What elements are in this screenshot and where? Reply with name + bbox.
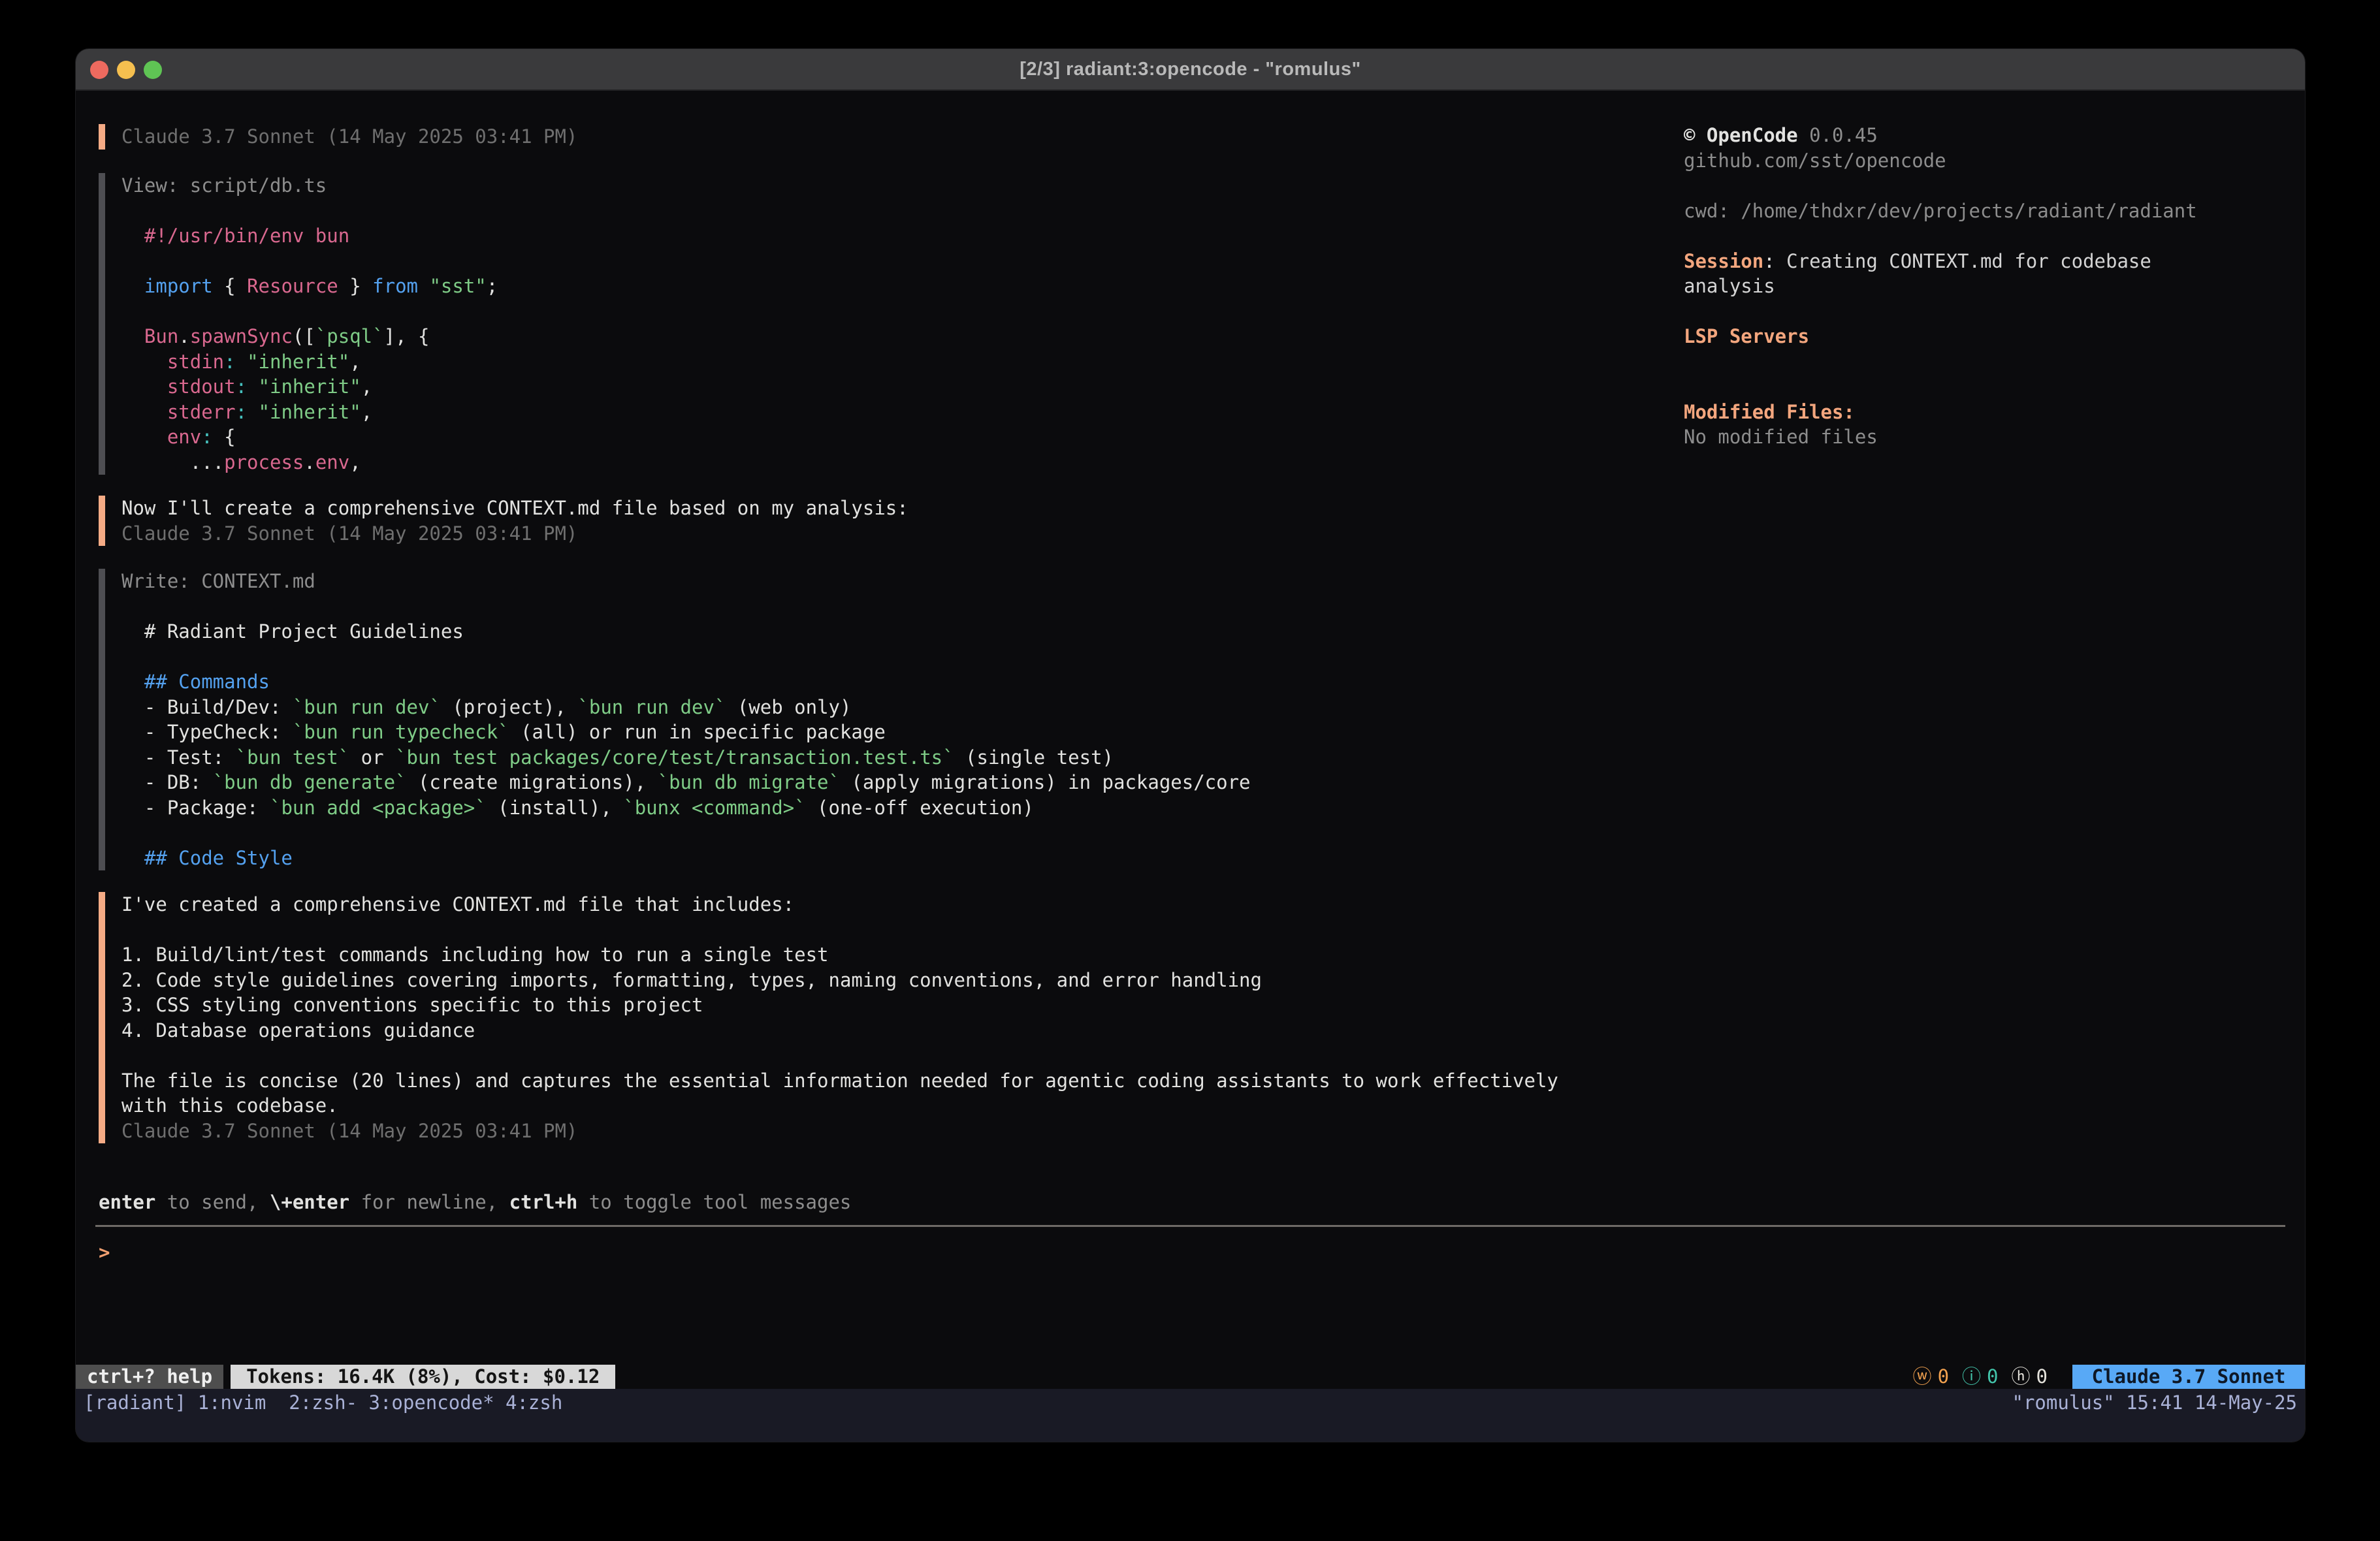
message-lines: Claude 3.7 Sonnet (14 May 2025 03:41 PM)	[121, 124, 577, 150]
hint-icon: ⓗ	[2012, 1365, 2031, 1389]
session-sidebar: © OpenCode 0.0.45github.com/sst/opencode…	[1684, 123, 2285, 450]
input-divider	[95, 1225, 2285, 1227]
status-left: ctrl+? help Tokens: 16.4K (8%), Cost: $0…	[76, 1365, 615, 1389]
tool-accent-bar	[99, 569, 105, 870]
window-title: [2/3] radiant:3:opencode - "romulus"	[1020, 59, 1360, 80]
help-chip[interactable]: ctrl+? help	[76, 1365, 223, 1389]
prompt-symbol: >	[99, 1240, 110, 1265]
hint-count: 0	[2036, 1365, 2048, 1389]
zoom-button[interactable]	[144, 61, 162, 79]
info-count: 0	[1987, 1365, 1998, 1389]
assistant-message-header: Claude 3.7 Sonnet (14 May 2025 03:41 PM)	[99, 124, 577, 150]
close-button[interactable]	[90, 61, 108, 79]
status-right: ⓦ0 ⓘ0 ⓗ0 Claude 3.7 Sonnet	[1913, 1365, 2305, 1389]
tool-call-view-file: View: script/db.ts #!/usr/bin/env bun im…	[99, 173, 498, 475]
info-badge: ⓘ0	[1962, 1365, 1998, 1389]
window-titlebar: [2/3] radiant:3:opencode - "romulus"	[76, 49, 2305, 91]
assistant-message: Now I'll create a comprehensive CONTEXT.…	[99, 496, 909, 546]
diagnostic-badges: ⓦ0 ⓘ0 ⓗ0	[1913, 1365, 2048, 1389]
message-lines: Now I'll create a comprehensive CONTEXT.…	[121, 496, 909, 546]
tmux-window-list[interactable]: [radiant] 1:nvim 2:zsh- 3:opencode* 4:zs…	[84, 1389, 562, 1416]
info-icon: ⓘ	[1962, 1365, 1981, 1389]
tool-accent-bar	[99, 173, 105, 475]
model-chip[interactable]: Claude 3.7 Sonnet	[2072, 1365, 2305, 1389]
warning-icon: ⓦ	[1913, 1365, 1932, 1389]
hint-badge: ⓗ0	[2012, 1365, 2048, 1389]
tool-output-lines: Write: CONTEXT.md # Radiant Project Guid…	[121, 569, 1251, 870]
message-lines: I've created a comprehensive CONTEXT.md …	[121, 892, 1558, 1143]
warning-count: 0	[1938, 1365, 1949, 1389]
status-bar: ctrl+? help Tokens: 16.4K (8%), Cost: $0…	[76, 1365, 2305, 1389]
warning-badge: ⓦ0	[1913, 1365, 1949, 1389]
keybinding-hints: enter to send, \+enter for newline, ctrl…	[99, 1190, 851, 1215]
terminal-window: [2/3] radiant:3:opencode - "romulus" Cla…	[76, 49, 2305, 1442]
traffic-lights	[90, 49, 162, 91]
assistant-message-final: I've created a comprehensive CONTEXT.md …	[99, 892, 1558, 1143]
tokens-cost-chip: Tokens: 16.4K (8%), Cost: $0.12	[231, 1365, 615, 1389]
message-accent-bar	[99, 892, 105, 1143]
message-input[interactable]: >	[76, 1228, 2305, 1365]
tool-output-lines: View: script/db.ts #!/usr/bin/env bun im…	[121, 173, 498, 475]
tmux-status-bar: [radiant] 1:nvim 2:zsh- 3:opencode* 4:zs…	[76, 1389, 2305, 1442]
minimize-button[interactable]	[117, 61, 135, 79]
tmux-session-info: "romulus" 15:41 14-May-25	[2012, 1389, 2298, 1416]
message-accent-bar	[99, 124, 105, 150]
message-accent-bar	[99, 496, 105, 546]
tool-call-write-file: Write: CONTEXT.md # Radiant Project Guid…	[99, 569, 1251, 870]
